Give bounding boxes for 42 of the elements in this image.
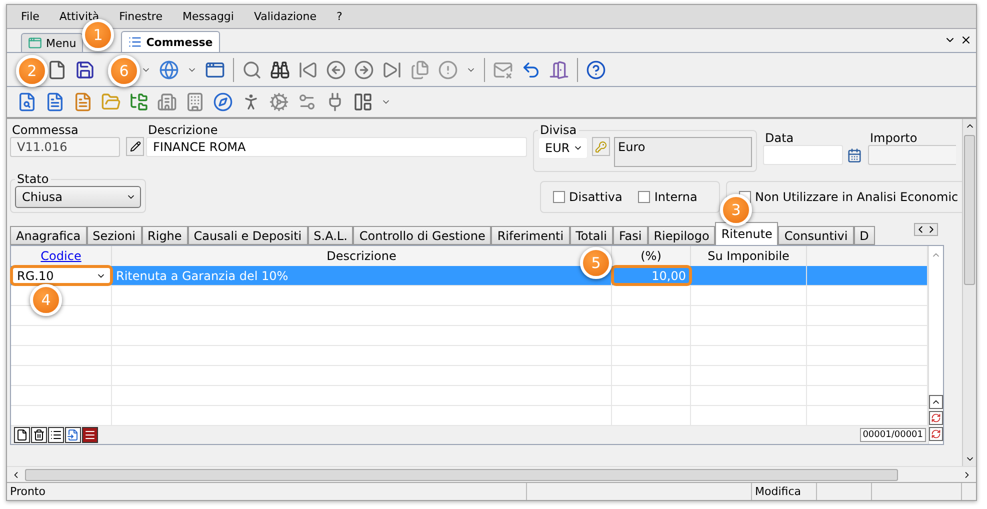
section-tab[interactable]: S.A.L. bbox=[308, 226, 354, 245]
section-tab[interactable]: Ritenute bbox=[715, 222, 778, 245]
currency-select[interactable]: EUR bbox=[538, 137, 588, 159]
table-cell: 10,00 bbox=[612, 266, 691, 285]
document-tab[interactable]: Commesse bbox=[121, 31, 220, 52]
status-mode: Modifica bbox=[752, 483, 817, 500]
section-tab[interactable]: Anagrafica bbox=[10, 226, 87, 245]
menu-item[interactable]: File bbox=[13, 8, 48, 25]
section-tab[interactable]: Consuntivi bbox=[778, 226, 854, 245]
column-header: Su Imponibile bbox=[691, 246, 807, 266]
menu-item[interactable]: Messaggi bbox=[174, 8, 242, 25]
field-label: Commessa bbox=[11, 123, 80, 137]
section-tab[interactable]: Causali e Depositi bbox=[188, 226, 308, 245]
menu-item[interactable]: ? bbox=[328, 8, 350, 25]
menu-item[interactable]: Finestre bbox=[111, 8, 170, 25]
record-counter: 00001/00001 bbox=[860, 428, 926, 442]
section-tab[interactable]: Righe bbox=[142, 226, 188, 245]
checkbox[interactable]: Disattiva bbox=[553, 190, 622, 204]
field-label: Importo bbox=[869, 131, 918, 145]
section-tab[interactable]: Sezioni bbox=[86, 226, 142, 245]
currency-name: Euro bbox=[614, 137, 752, 167]
document-tab[interactable]: Menu bbox=[21, 33, 84, 52]
column-link[interactable]: Codice bbox=[40, 249, 82, 263]
code-select[interactable]: RG.10 bbox=[11, 266, 112, 285]
section-tab[interactable]: Riepilogo bbox=[648, 226, 716, 245]
menu-item[interactable]: Validazione bbox=[246, 8, 325, 25]
section-tab[interactable]: D bbox=[854, 226, 875, 245]
section-tab[interactable]: Fasi bbox=[612, 226, 648, 245]
stato-select[interactable]: Chiusa bbox=[15, 186, 141, 208]
field-label: Data bbox=[764, 131, 795, 145]
section-tab[interactable]: Totali bbox=[570, 226, 613, 245]
status-text: Pronto bbox=[7, 483, 527, 500]
column-header: (%) bbox=[612, 246, 691, 266]
section-tab[interactable]: Riferimenti bbox=[491, 226, 570, 245]
descrizione-field[interactable]: FINANCE ROMA bbox=[146, 137, 527, 157]
group-label: Divisa bbox=[539, 123, 578, 137]
commessa-field[interactable]: V11.016 bbox=[10, 137, 120, 157]
column-header[interactable]: Codice bbox=[11, 246, 112, 266]
section-tab[interactable]: Controllo di Gestione bbox=[353, 226, 492, 245]
checkbox[interactable]: Interna bbox=[638, 190, 698, 204]
group-label: Stato bbox=[16, 172, 50, 186]
field-label: Descrizione bbox=[147, 123, 219, 137]
